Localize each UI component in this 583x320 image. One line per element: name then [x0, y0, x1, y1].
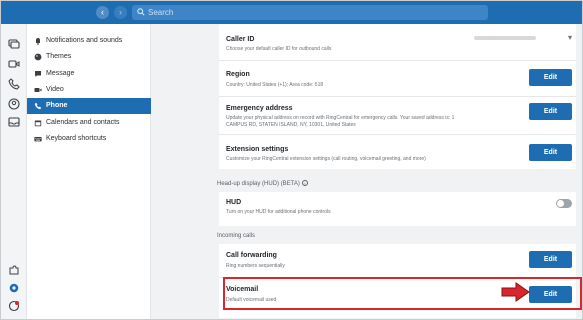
- settings-nav-label: Themes: [46, 53, 72, 60]
- emergency-address-edit-button[interactable]: Edit: [529, 103, 572, 120]
- video-icon: [34, 88, 42, 92]
- phone-icon: [34, 102, 42, 110]
- divider: [219, 60, 576, 61]
- forward-button[interactable]: ›: [114, 6, 127, 19]
- hud-title: HUD: [226, 199, 242, 206]
- settings-nav-calendars[interactable]: Calendars and contacts: [27, 115, 151, 131]
- info-icon[interactable]: i: [301, 180, 308, 186]
- settings-nav: Notifications and sounds Themes Message …: [27, 24, 151, 319]
- toggle-knob: [557, 200, 564, 207]
- search-icon: [137, 8, 145, 16]
- settings-nav-notifications[interactable]: Notifications and sounds: [27, 33, 151, 49]
- settings-nav-message[interactable]: Message: [27, 66, 151, 82]
- emergency-address-desc: Update your physical address on record w…: [226, 115, 455, 128]
- search-input[interactable]: Search: [132, 5, 488, 20]
- messages-icon[interactable]: [8, 38, 20, 50]
- call-forwarding-desc: Ring numbers sequentially: [226, 263, 285, 269]
- caller-id-title: Caller ID: [226, 36, 255, 43]
- settings-nav-label: Calendars and contacts: [46, 119, 120, 126]
- phone-settings-card: Caller ID Choose your default caller ID …: [219, 24, 576, 169]
- hud-toggle[interactable]: [556, 199, 572, 208]
- keyboard-icon: [34, 137, 42, 142]
- app-rail: [1, 24, 27, 319]
- chevron-left-icon: ‹: [101, 7, 104, 17]
- emergency-address-title: Emergency address: [226, 105, 293, 112]
- settings-nav-label: Video: [46, 86, 64, 93]
- divider: [219, 134, 576, 135]
- incoming-calls-section-label: Incoming calls: [217, 233, 256, 239]
- call-forwarding-title: Call forwarding: [226, 252, 277, 259]
- contacts-icon[interactable]: [8, 98, 20, 110]
- back-button[interactable]: ‹: [96, 6, 109, 19]
- settings-nav-phone[interactable]: Phone: [27, 98, 151, 114]
- hud-section-text: Head-up display (HUD) (BETA): [217, 181, 300, 187]
- chevron-down-icon: ▾: [567, 33, 572, 42]
- puzzle-icon[interactable]: [8, 264, 20, 276]
- phone-settings-panel: Caller ID Choose your default caller ID …: [151, 24, 582, 319]
- region-title: Region: [226, 71, 250, 78]
- hud-desc: Turn on your HUD for additional phone co…: [226, 209, 331, 215]
- settings-nav-label: Message: [46, 70, 75, 77]
- arrow-right-icon: [501, 282, 530, 302]
- video-icon[interactable]: [8, 58, 20, 70]
- caller-id-value-redacted: [474, 36, 536, 40]
- caller-id-desc: Choose your default caller ID for outbou…: [226, 46, 332, 52]
- chevron-right-icon: ›: [119, 7, 122, 17]
- extension-settings-desc: Customize your RingCentral extension set…: [226, 156, 426, 162]
- settings-nav-keyboard[interactable]: Keyboard shortcuts: [27, 131, 151, 147]
- settings-nav-label: Keyboard shortcuts: [46, 135, 107, 142]
- gear-icon[interactable]: [8, 282, 20, 294]
- message-icon: [35, 71, 41, 77]
- settings-nav-video[interactable]: Video: [27, 82, 151, 98]
- calendar-icon: [34, 120, 42, 127]
- caller-id-select[interactable]: ▾: [468, 32, 574, 43]
- region-desc: Country: United States (+1); Area code: …: [226, 82, 324, 88]
- phone-icon[interactable]: [8, 78, 20, 90]
- help-icon[interactable]: [8, 300, 20, 312]
- top-bar: ‹ › Search: [1, 1, 582, 24]
- palette-icon: [34, 53, 42, 61]
- extension-settings-edit-button[interactable]: Edit: [529, 144, 572, 161]
- hud-card: HUD Turn on your HUD for additional phon…: [219, 192, 576, 226]
- extension-settings-title: Extension settings: [226, 146, 289, 153]
- settings-nav-themes[interactable]: Themes: [27, 49, 151, 65]
- call-forwarding-edit-button[interactable]: Edit: [529, 251, 572, 268]
- settings-nav-label: Notifications and sounds: [46, 37, 123, 44]
- bell-icon: [36, 38, 40, 45]
- search-placeholder: Search: [148, 8, 174, 17]
- region-edit-button[interactable]: Edit: [529, 69, 572, 86]
- settings-nav-label: Phone: [46, 102, 68, 109]
- inbox-icon[interactable]: [8, 116, 20, 128]
- divider: [219, 96, 576, 97]
- app-window: ‹ › Search Notifications and sounds Them…: [0, 0, 583, 320]
- hud-section-label: Head-up display (HUD) (BETA) i: [217, 180, 308, 187]
